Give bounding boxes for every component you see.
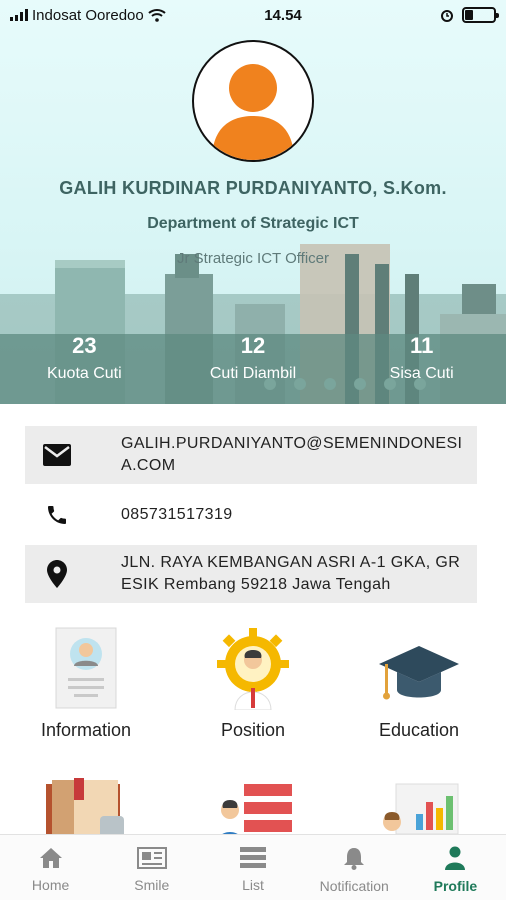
- stat-value: 23: [72, 333, 97, 358]
- employee-position: Jr Strategic ICT Officer: [177, 250, 329, 267]
- newspaper-icon: [136, 846, 167, 869]
- status-right: [386, 7, 499, 23]
- nav-list[interactable]: List: [202, 835, 303, 900]
- location-pin-icon: [25, 560, 89, 588]
- wifi-icon: [148, 9, 166, 22]
- stat-cuti-diambil: 12 Cuti Diambil: [169, 333, 338, 383]
- alarm-icon: [441, 10, 453, 22]
- nav-smile[interactable]: Smile: [101, 835, 202, 900]
- nav-label: Smile: [134, 876, 170, 893]
- cellular-signal-icon: [10, 9, 28, 21]
- employee-department: Department of Strategic ICT: [147, 215, 359, 232]
- carrier-name: Indosat Ooredoo: [32, 6, 144, 24]
- graduation-cap-icon: [339, 620, 499, 710]
- menu-position[interactable]: Position: [173, 620, 333, 741]
- profile-avatar[interactable]: [192, 40, 314, 162]
- position-gear-icon: [173, 620, 333, 710]
- nav-home[interactable]: Home: [0, 835, 101, 900]
- stat-kuota-cuti: 23 Kuota Cuti: [0, 333, 169, 383]
- status-bar: Indosat Ooredoo 14.54: [0, 0, 506, 30]
- menu-education[interactable]: Education: [339, 620, 499, 741]
- bell-icon: [344, 847, 365, 870]
- employee-name: GALIH KURDINAR PURDANIYANTO, S.Kom.: [59, 178, 447, 198]
- menu-label: Information: [40, 720, 132, 740]
- stat-label: Sisa Cuti: [389, 365, 454, 382]
- stat-label: Kuota Cuti: [46, 365, 122, 382]
- mail-icon: [25, 444, 89, 466]
- menu-label: Position: [220, 720, 286, 740]
- nav-label: Home: [31, 876, 70, 893]
- information-card-icon: [6, 620, 166, 710]
- menu-information[interactable]: Information: [6, 620, 166, 741]
- address-value: JLN. RAYA KEMBANGAN ASRI A-1 GKA, GRESIK…: [121, 554, 461, 593]
- nav-label: List: [242, 876, 264, 893]
- nav-label: Notification: [319, 877, 389, 894]
- person-avatar-icon: [212, 64, 294, 160]
- stat-label: Cuti Diambil: [209, 365, 297, 382]
- phone-row[interactable]: 085731517319: [25, 494, 477, 536]
- profile-header: GALIH KURDINAR PURDANIYANTO, S.Kom. Depa…: [0, 0, 506, 404]
- nav-profile[interactable]: Profile: [405, 835, 506, 900]
- email-value: GALIH.PURDANIYANTO@SEMENINDONESIA.COM: [121, 435, 463, 474]
- list-icon: [240, 846, 266, 868]
- status-time: 14.54: [264, 6, 302, 24]
- phone-icon: [25, 503, 89, 527]
- leave-stats: 23 Kuota Cuti 12 Cuti Diambil 11 Sisa Cu…: [0, 333, 506, 383]
- email-row[interactable]: GALIH.PURDANIYANTO@SEMENINDONESIA.COM: [25, 426, 477, 484]
- bottom-navigation: Home Smile List Notification Profile: [0, 834, 506, 900]
- battery-icon: [462, 7, 499, 23]
- stat-value: 12: [240, 333, 266, 358]
- nav-notification[interactable]: Notification: [304, 835, 405, 900]
- person-icon: [445, 846, 466, 870]
- phone-value: 085731517319: [121, 506, 233, 523]
- stat-sisa-cuti: 11 Sisa Cuti: [337, 333, 506, 383]
- menu-label: Education: [378, 720, 460, 740]
- stat-value: 11: [410, 333, 434, 358]
- address-row[interactable]: JLN. RAYA KEMBANGAN ASRI A-1 GKA, GRESIK…: [25, 545, 477, 603]
- home-icon: [39, 847, 62, 868]
- nav-label: Profile: [433, 877, 478, 894]
